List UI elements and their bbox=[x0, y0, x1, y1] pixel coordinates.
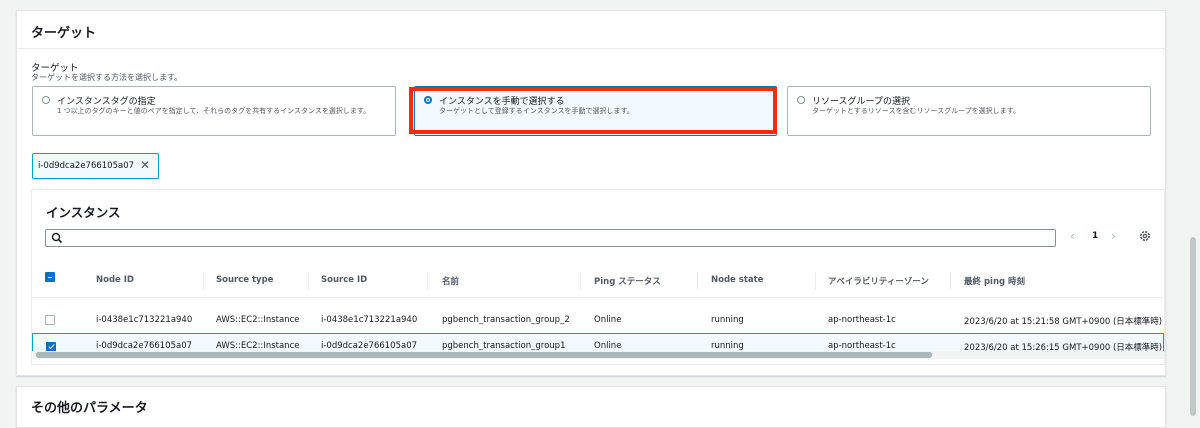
tile-title: インスタンスを手動で選択する bbox=[439, 97, 565, 107]
cell-name: pgbench_transaction_group1 bbox=[442, 341, 566, 351]
search-icon bbox=[51, 232, 63, 244]
radio-choose-instances-manually[interactable] bbox=[424, 96, 432, 104]
target-panel-header: ターゲット bbox=[17, 11, 1165, 49]
cell-name: pgbench_transaction_group_2 bbox=[442, 315, 570, 325]
column-divider[interactable] bbox=[815, 272, 816, 290]
cell-ping-status: Online bbox=[594, 315, 622, 325]
column-header-source-id[interactable]: Source ID bbox=[321, 275, 367, 285]
page-number[interactable]: 1 bbox=[1092, 231, 1098, 241]
column-header-name[interactable]: 名前 bbox=[442, 275, 459, 287]
table-header: Node ID Source type Source ID 名前 Ping ステ… bbox=[32, 264, 1164, 298]
search-input[interactable] bbox=[45, 229, 1056, 247]
row-checkbox[interactable] bbox=[45, 315, 55, 325]
gear-icon[interactable] bbox=[1138, 229, 1152, 243]
target-field-description: ターゲットを選択する方法を選択します。 bbox=[31, 73, 183, 82]
instances-title: インスタンス bbox=[46, 205, 121, 220]
cell-source-type: AWS::EC2::Instance bbox=[216, 341, 300, 351]
cell-source-type: AWS::EC2::Instance bbox=[216, 315, 300, 325]
chevron-left-icon[interactable]: ‹ bbox=[1070, 229, 1075, 243]
radio-specify-instance-tags[interactable] bbox=[42, 96, 50, 104]
column-header-node-id[interactable]: Node ID bbox=[96, 275, 134, 285]
tile-specify-instance-tags[interactable]: インスタンスタグの指定 1 つ以上のタグのキーと値のペアを指定して、それらのタグ… bbox=[32, 86, 396, 136]
instances-table-container: インスタンス ‹ 1 › Node ID Source type Source … bbox=[31, 189, 1165, 365]
cell-availability-zone: ap-northeast-1c bbox=[828, 341, 896, 351]
column-header-last-ping-time[interactable]: 最終 ping 時刻 bbox=[964, 275, 1025, 287]
tile-choose-resource-group[interactable]: リソースグループの選択 ターゲットとするリソースを含むリソースグループを選択しま… bbox=[787, 86, 1151, 136]
column-divider[interactable] bbox=[697, 272, 698, 290]
horizontal-scrollbar[interactable] bbox=[32, 351, 1164, 359]
target-panel-title: ターゲット bbox=[31, 26, 97, 41]
cell-node-state: running bbox=[711, 341, 744, 351]
tile-description: ターゲットとして登録するインスタンスを手動で選択します。 bbox=[439, 107, 634, 115]
target-panel: ターゲット ターゲット ターゲットを選択する方法を選択します。 インスタンスタグ… bbox=[16, 10, 1166, 376]
select-all-checkbox[interactable] bbox=[45, 272, 55, 282]
tile-choose-instances-manually[interactable]: インスタンスを手動で選択する ターゲットとして登録するインスタンスを手動で選択し… bbox=[414, 86, 777, 136]
table-row[interactable]: i-0438e1c713221a940 AWS::EC2::Instance i… bbox=[32, 307, 1164, 334]
cell-node-id: i-0438e1c713221a940 bbox=[96, 315, 193, 325]
selected-instance-token: i-0d9dca2e766105a07 ✕ bbox=[32, 153, 159, 179]
tile-description: ターゲットとするリソースを含むリソースグループを選択します。 bbox=[812, 107, 1020, 115]
column-divider[interactable] bbox=[950, 272, 951, 290]
tile-title: インスタンスタグの指定 bbox=[57, 97, 156, 107]
cell-node-id: i-0d9dca2e766105a07 bbox=[96, 341, 193, 351]
cell-availability-zone: ap-northeast-1c bbox=[828, 315, 896, 325]
other-parameters-title: その他のパラメータ bbox=[31, 401, 148, 416]
cell-node-state: running bbox=[711, 315, 744, 325]
vertical-scrollbar[interactable] bbox=[1190, 237, 1196, 416]
tile-description: 1 つ以上のタグのキーと値のペアを指定して、それらのタグを共有するインスタンスを… bbox=[57, 107, 371, 115]
column-divider[interactable] bbox=[203, 272, 204, 290]
close-icon[interactable]: ✕ bbox=[140, 158, 150, 172]
radio-choose-resource-group[interactable] bbox=[797, 96, 805, 104]
column-header-ping-status[interactable]: Ping ステータス bbox=[594, 275, 661, 287]
column-divider[interactable] bbox=[308, 272, 309, 290]
chevron-right-icon[interactable]: › bbox=[1111, 229, 1116, 243]
horizontal-scrollbar-thumb[interactable] bbox=[36, 352, 932, 358]
column-header-availability-zone[interactable]: アベイラビリティーゾーン bbox=[828, 275, 929, 287]
column-divider[interactable] bbox=[580, 272, 581, 290]
column-header-node-state[interactable]: Node state bbox=[711, 275, 763, 285]
column-divider[interactable] bbox=[427, 272, 428, 290]
cell-last-ping-time: 2023/6/20 at 15:21:58 GMT+0900 (日本標準時) bbox=[964, 317, 1163, 327]
tile-title: リソースグループの選択 bbox=[812, 97, 911, 107]
other-parameters-panel: その他のパラメータ bbox=[16, 386, 1166, 428]
cell-source-id: i-0d9dca2e766105a07 bbox=[321, 341, 418, 351]
token-label: i-0d9dca2e766105a07 bbox=[38, 161, 135, 171]
cell-ping-status: Online bbox=[594, 341, 622, 351]
column-header-source-type[interactable]: Source type bbox=[216, 275, 273, 285]
cell-source-id: i-0438e1c713221a940 bbox=[321, 315, 418, 325]
